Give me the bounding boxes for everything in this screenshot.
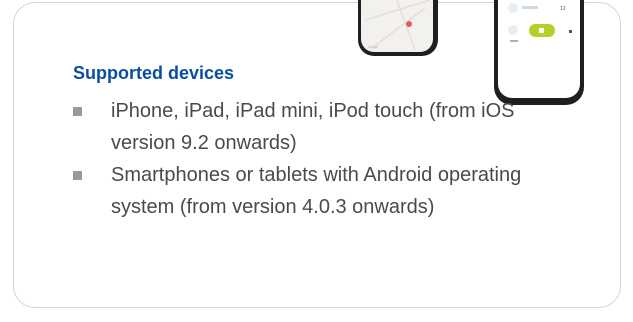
square-bullet-icon xyxy=(73,171,82,180)
list-item-text: iPhone, iPad, iPad mini, iPod touch (fro… xyxy=(111,100,515,154)
section-title: Supported devices xyxy=(73,63,235,83)
list-item: iPhone, iPad, iPad mini, iPod touch (fro… xyxy=(73,95,543,159)
list-item: Smartphones or tablets with Android oper… xyxy=(73,159,543,223)
square-bullet-icon xyxy=(73,107,82,116)
list-item-text: Smartphones or tablets with Android oper… xyxy=(111,164,522,218)
supported-devices-list: iPhone, iPad, iPad mini, iPod touch (fro… xyxy=(73,95,543,223)
